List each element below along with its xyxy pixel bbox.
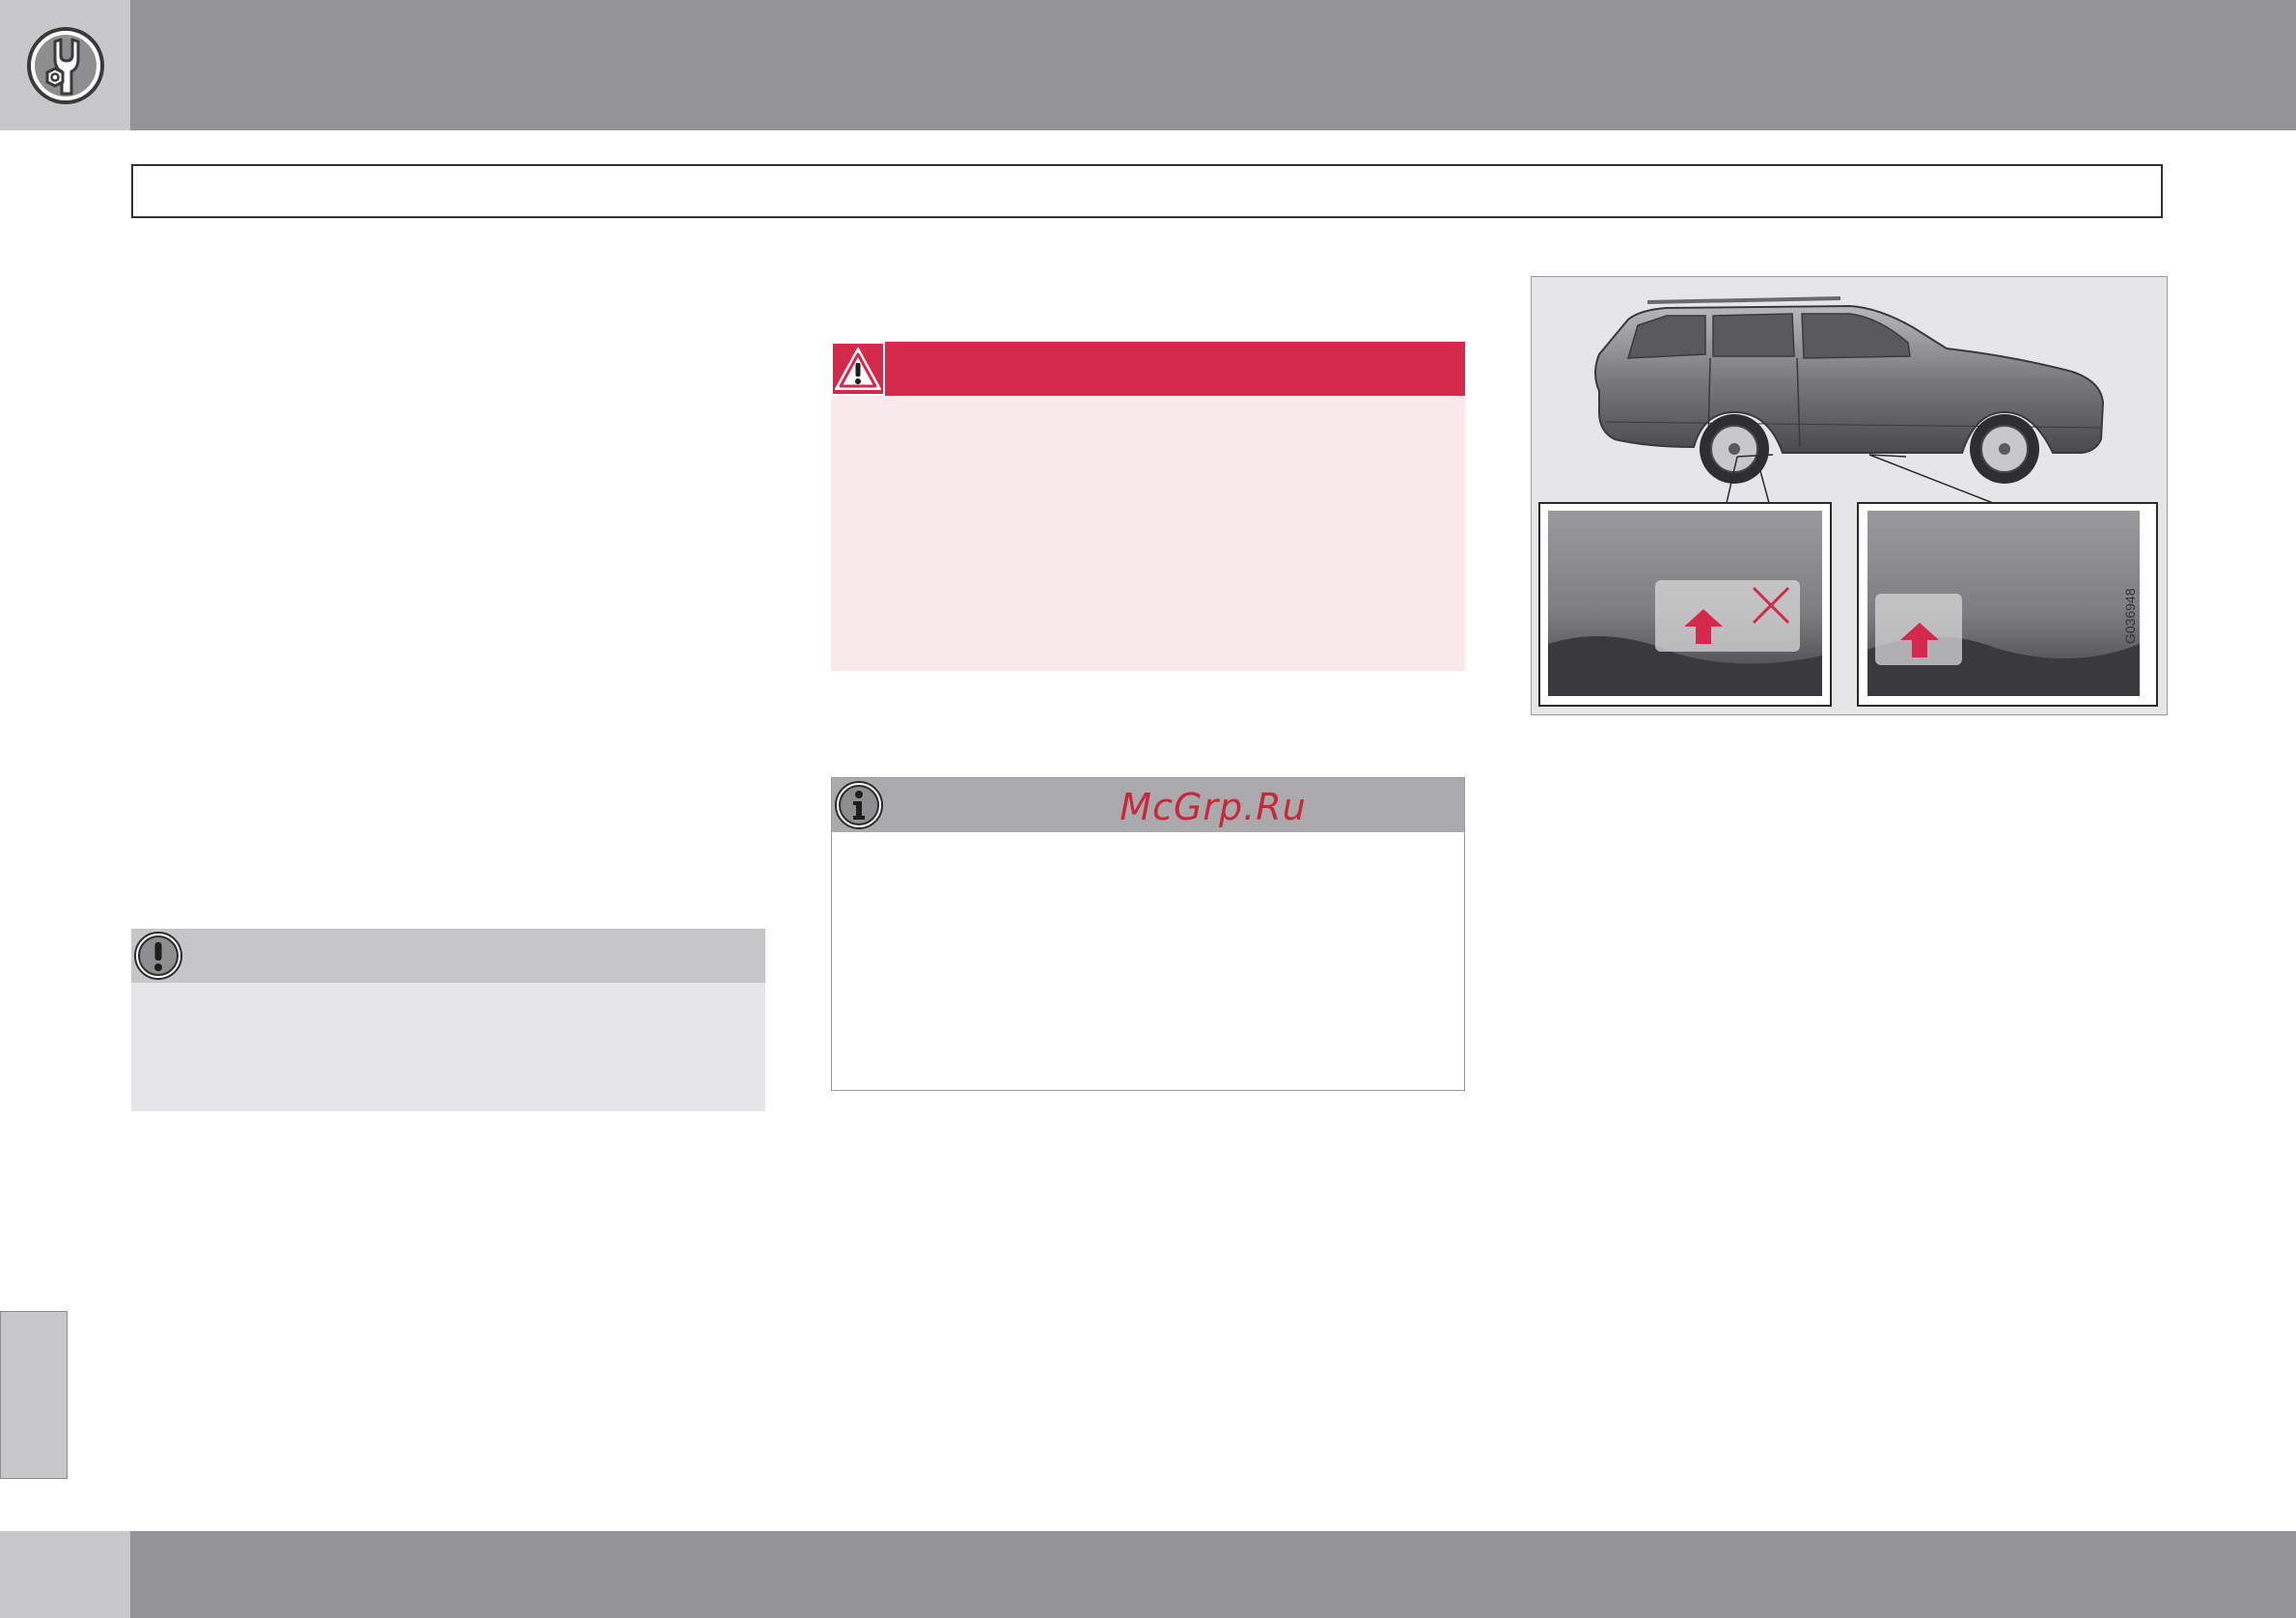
info-icon <box>835 781 883 829</box>
warning-box-header <box>831 342 1465 396</box>
important-box <box>131 929 765 1111</box>
car-illustration <box>1538 296 2158 707</box>
wrench-service-icon <box>27 27 104 104</box>
exclamation-icon <box>134 932 182 980</box>
section-title-box <box>131 164 2163 218</box>
watermark-text: McGrp.Ru <box>1120 786 1307 828</box>
figure-code: G036948 <box>2122 588 2138 644</box>
warning-triangle-icon <box>831 342 885 396</box>
front-jacking-point-detail <box>1538 502 1832 707</box>
note-box-header: McGrp.Ru <box>832 778 1464 832</box>
chapter-tab <box>0 1311 68 1479</box>
warning-box <box>831 342 1465 671</box>
footer-bar <box>0 1531 2296 1618</box>
header-icon-cell <box>0 0 130 130</box>
page-number-cell <box>0 1531 130 1618</box>
note-box: McGrp.Ru <box>831 777 1465 1091</box>
important-box-header <box>131 929 765 983</box>
rear-jacking-point-detail <box>1857 502 2158 707</box>
car-jacking-points-figure: G036948 <box>1531 276 2168 715</box>
car-side-view <box>1594 296 2105 484</box>
header-bar <box>0 0 2296 130</box>
